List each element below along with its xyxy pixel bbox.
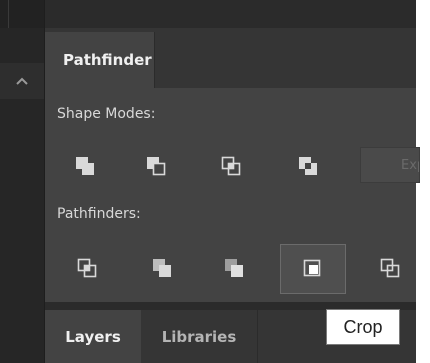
- left-dock: [0, 0, 44, 363]
- trim-icon: [153, 259, 171, 277]
- shape-modes-label: Shape Modes:: [57, 106, 156, 122]
- collapse-dock-button[interactable]: [0, 63, 44, 99]
- tab-layers[interactable]: Layers: [45, 310, 141, 363]
- intersect-button[interactable]: [211, 146, 251, 186]
- chevron-up-icon: [16, 77, 28, 85]
- tab-libraries[interactable]: Libraries: [141, 310, 258, 363]
- intersect-icon: [221, 156, 241, 176]
- crop-tooltip: Crop: [326, 309, 400, 345]
- illustrator-window: Pathfinder Shape Modes: Ex Pathfinders: …: [0, 0, 420, 363]
- expand-label: Expand: [401, 157, 419, 173]
- dock-divider: [8, 0, 9, 28]
- pathfinders-label: Pathfinders:: [57, 206, 141, 222]
- outline-icon: [380, 258, 400, 278]
- divide-button[interactable]: [67, 248, 107, 288]
- tab-pathfinder-label: Pathfinder: [63, 51, 152, 69]
- divide-icon: [77, 258, 97, 278]
- expand-button[interactable]: Expand: [360, 147, 420, 183]
- dock-header: [0, 0, 44, 28]
- tab-layers-label: Layers: [65, 327, 121, 346]
- screenshot-canvas: Pathfinder Shape Modes: Ex Pathfinders: …: [0, 0, 430, 363]
- exclude-button[interactable]: [288, 146, 328, 186]
- tab-pathfinder[interactable]: Pathfinder: [45, 32, 155, 88]
- tooltip-text: Crop: [343, 316, 383, 337]
- crop-button[interactable]: [280, 244, 346, 294]
- unite-icon: [76, 157, 94, 175]
- tab-libraries-label: Libraries: [161, 327, 237, 346]
- minus-front-icon: [147, 157, 166, 176]
- unite-button[interactable]: [65, 146, 105, 186]
- exclude-icon: [299, 157, 317, 175]
- crop-icon: [303, 259, 321, 277]
- panel-tab-bar: Pathfinder: [45, 28, 416, 88]
- outline-button[interactable]: [370, 248, 410, 288]
- merge-icon: [225, 259, 243, 277]
- trim-button[interactable]: [142, 248, 182, 288]
- merge-button[interactable]: [214, 248, 254, 288]
- minus-front-button[interactable]: [136, 146, 176, 186]
